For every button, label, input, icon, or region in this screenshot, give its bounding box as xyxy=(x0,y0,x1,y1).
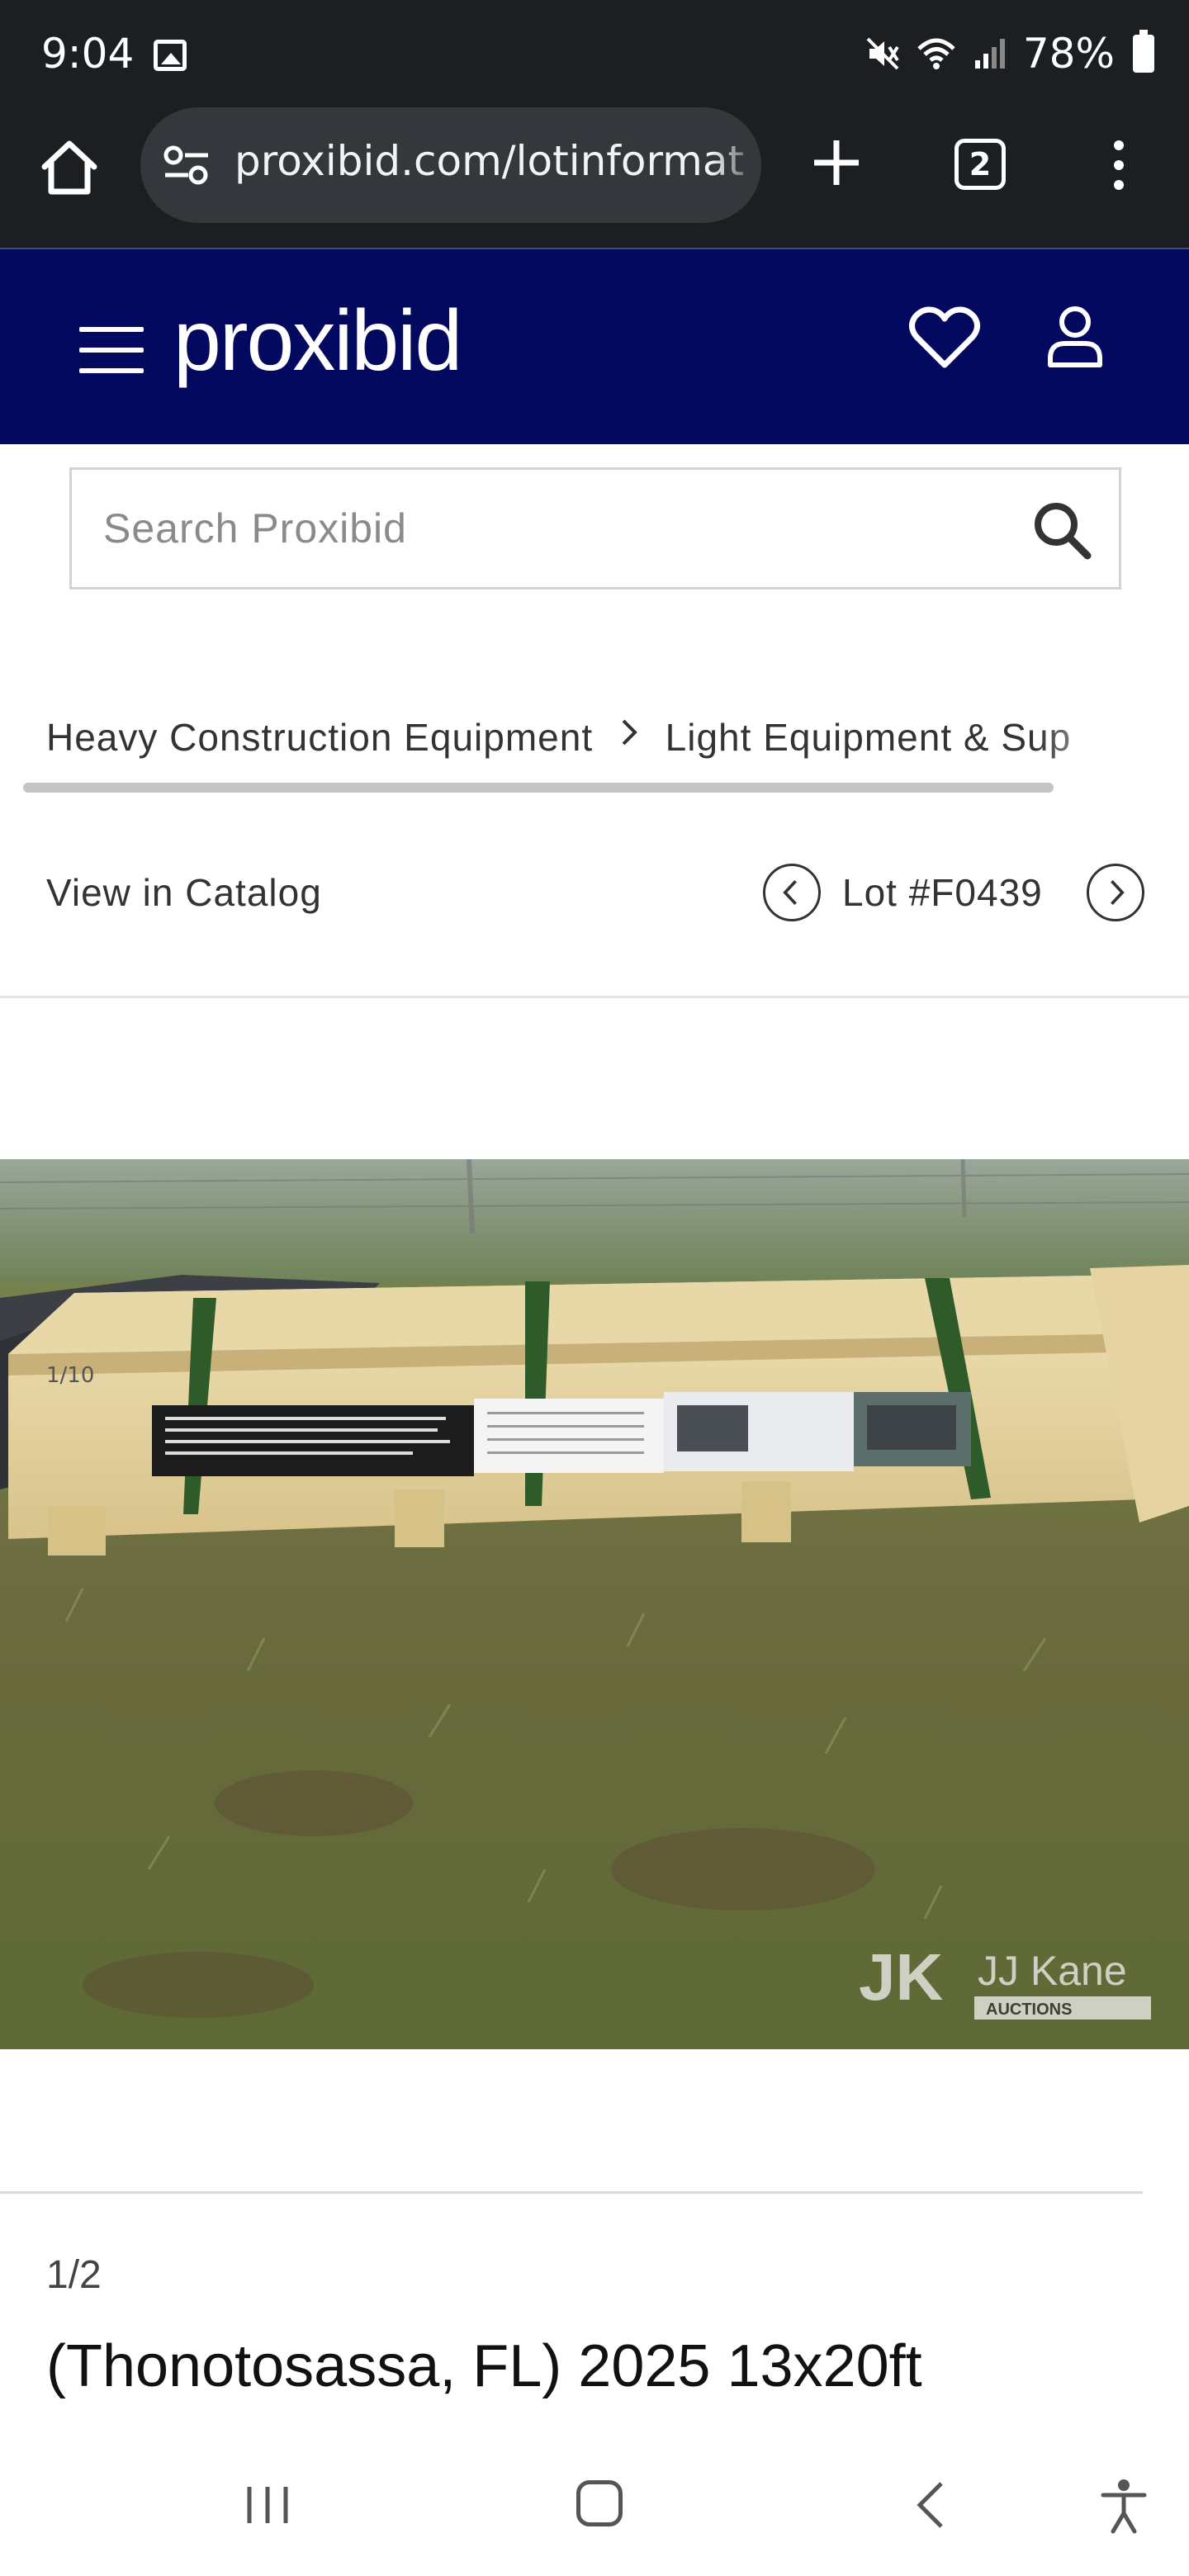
breadcrumb-fade xyxy=(1037,712,1144,761)
url-text: proxibid.com/lotinformat xyxy=(234,137,745,185)
chevron-right-icon xyxy=(604,716,654,758)
battery-text: 78% xyxy=(1022,30,1115,78)
system-navigation-bar xyxy=(0,2439,1189,2576)
dot-icon xyxy=(1114,140,1124,150)
proxibid-logo[interactable]: proxibid xyxy=(173,292,462,391)
breadcrumb-item-light-equipment[interactable]: Light Equipment & Sup xyxy=(666,715,1072,760)
new-tab-button[interactable] xyxy=(808,134,865,192)
home-button[interactable] xyxy=(36,135,102,201)
url-fade xyxy=(712,107,761,223)
lot-image[interactable]: 1/10 JK JJ Kane AUCTIONS xyxy=(0,1159,1189,2049)
image-counter: 1/2 xyxy=(46,2253,102,2297)
tab-switcher-button[interactable]: 2 xyxy=(955,139,1006,190)
lot-number: Lot #F0439 xyxy=(842,871,1043,914)
lot-photo: 1/10 JK JJ Kane AUCTIONS xyxy=(0,1159,1189,2049)
breadcrumb: Heavy Construction Equipment Light Equip… xyxy=(46,712,1144,761)
menu-line xyxy=(79,348,144,353)
jj-kane-watermark: JK JJ Kane AUCTIONS xyxy=(859,1940,1151,2020)
accessibility-icon[interactable] xyxy=(1098,2477,1149,2535)
site-header: proxibid xyxy=(0,248,1189,444)
user-icon[interactable] xyxy=(1045,304,1105,370)
back-icon[interactable] xyxy=(908,2479,958,2531)
breadcrumb-scrollbar[interactable] xyxy=(23,783,1054,793)
status-time: 9:04 xyxy=(41,30,135,78)
browser-toolbar: proxibid.com/lotinformat 2 xyxy=(0,107,1189,248)
next-lot-button[interactable] xyxy=(1087,864,1144,921)
crate-marking: 1/10 xyxy=(46,1363,94,1388)
status-icons: 78% xyxy=(865,30,1154,78)
status-bar: 9:04 78% xyxy=(0,0,1189,112)
dot-icon xyxy=(1114,180,1124,190)
more-menu-button[interactable] xyxy=(1106,135,1131,201)
view-in-catalog-link[interactable]: View in Catalog xyxy=(46,870,322,915)
divider xyxy=(0,2191,1143,2194)
divider xyxy=(0,996,1189,998)
watermark-sub-text: AUCTIONS xyxy=(986,2001,1072,2019)
signal-icon xyxy=(974,39,1005,69)
previous-lot-button[interactable] xyxy=(763,864,821,921)
heart-icon[interactable] xyxy=(908,304,981,370)
recent-apps-icon[interactable] xyxy=(241,2482,294,2528)
breadcrumb-item-heavy-construction[interactable]: Heavy Construction Equipment xyxy=(46,715,593,760)
svg-text:JK: JK xyxy=(859,1940,943,2014)
lot-title: (Thonotosassa, FL) 2025 13x20ft xyxy=(46,2333,922,2399)
plus-icon xyxy=(814,140,859,185)
wifi-icon xyxy=(917,38,955,69)
search-box xyxy=(69,467,1121,590)
gallery-icon xyxy=(154,40,187,71)
home-nav-icon[interactable] xyxy=(576,2480,623,2526)
address-bar[interactable]: proxibid.com/lotinformat xyxy=(140,107,761,223)
dot-icon xyxy=(1114,160,1124,170)
menu-line xyxy=(79,327,144,332)
site-settings-icon[interactable] xyxy=(162,144,211,187)
search-input[interactable] xyxy=(103,470,1011,587)
watermark-main-text: JJ Kane xyxy=(978,1948,1127,1994)
mute-icon xyxy=(866,37,899,70)
battery-icon xyxy=(1133,30,1154,73)
search-icon[interactable] xyxy=(1030,498,1096,564)
menu-line xyxy=(79,368,144,373)
hamburger-menu-button[interactable] xyxy=(79,327,145,376)
